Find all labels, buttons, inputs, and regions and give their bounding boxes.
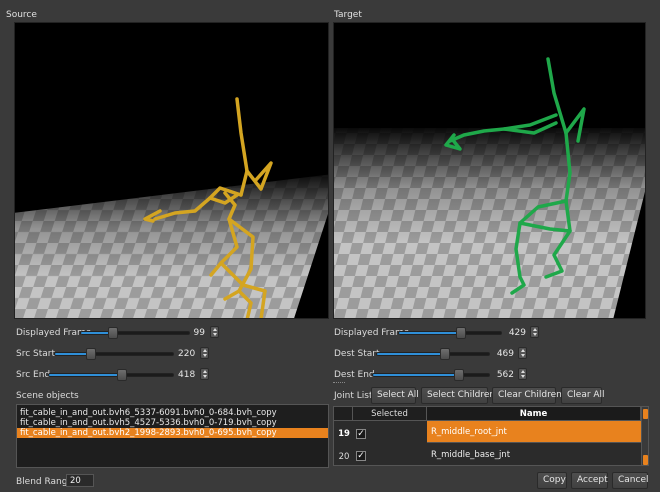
scroll-thumb[interactable] [643,409,648,419]
src-displayed-frame-value[interactable]: 99 [190,328,205,338]
slider-handle[interactable] [456,327,467,339]
table-corner [334,407,353,421]
dest-end-slider[interactable] [372,369,490,381]
selected-checkbox[interactable]: ✓ [356,429,366,439]
dest-end-label: Dest End [334,370,375,380]
tgt-displayed-frame-slider[interactable] [398,327,502,339]
splitter-handle[interactable] [333,382,345,383]
src-start-value[interactable]: 220 [178,349,195,359]
source-title: Source [6,10,37,20]
cancel-button[interactable]: Cancel [612,472,649,489]
src-start-label: Src Start [16,349,56,359]
joint-list-label: Joint List [334,391,373,401]
accept-button[interactable]: Accept [571,472,608,489]
select-children-button[interactable]: Select Children [421,387,495,404]
src-end-label: Src End [16,370,51,380]
dest-start-slider[interactable] [376,348,490,360]
name-column-header[interactable]: Name [427,407,641,421]
scene-object-item[interactable]: fit_cable_in_and_out.bvh5_4527-5336.bvh0… [17,418,328,428]
row-number: 19 [338,429,350,439]
tgt-displayed-frame-spinner[interactable] [530,326,539,338]
src-end-spinner[interactable] [200,368,209,380]
src-start-spinner[interactable] [200,347,209,359]
target-scene [334,23,645,318]
slider-handle[interactable] [117,369,128,381]
joint-table-scrollbar[interactable] [641,407,648,465]
scene-object-item-selected[interactable]: fit_cable_in_and_out.bvh2_1998-2893.bvh0… [17,428,328,438]
slider-handle[interactable] [86,348,96,360]
clear-all-button[interactable]: Clear All [561,387,605,404]
scene-objects-label: Scene objects [16,391,79,401]
src-displayed-frame-slider[interactable] [80,327,190,339]
dest-start-label: Dest Start [334,349,380,359]
joint-name-cell[interactable]: R_middle_root_jnt [427,421,641,443]
row-number: 20 [338,452,350,462]
source-scene [15,23,328,318]
selected-checkbox[interactable]: ✓ [356,451,366,461]
src-end-value[interactable]: 418 [178,370,195,380]
slider-fill [49,374,121,376]
tgt-displayed-frame-value[interactable]: 429 [506,328,526,338]
src-start-slider[interactable] [54,348,174,360]
dest-end-value[interactable]: 562 [494,370,514,380]
slider-fill [377,353,445,355]
slider-handle[interactable] [454,369,465,381]
slider-fill [399,332,461,334]
scene-objects-list[interactable]: fit_cable_in_and_out.bvh6_5337-6091.bvh0… [16,404,329,468]
src-end-slider[interactable] [48,369,174,381]
dest-start-value[interactable]: 469 [494,349,514,359]
clear-children-button[interactable]: Clear Children [492,387,562,404]
joint-table[interactable]: Selected Name 19 ✓ R_middle_root_jnt 20 … [333,406,649,466]
slider-fill [373,374,458,376]
dest-end-spinner[interactable] [518,368,527,380]
slider-handle[interactable] [107,327,118,339]
blend-range-label: Blend Range [16,477,74,487]
slider-handle[interactable] [440,348,451,360]
select-all-button[interactable]: Select All [371,387,419,404]
target-title: Target [334,10,362,20]
copy-button[interactable]: Copy [537,472,567,489]
scroll-thumb[interactable] [643,455,648,465]
blend-range-input[interactable]: 20 [66,474,94,487]
dest-start-spinner[interactable] [518,347,527,359]
selected-column-header[interactable]: Selected [353,407,427,421]
joint-name-cell[interactable]: R_middle_base_jnt [427,444,641,465]
scene-object-item[interactable]: fit_cable_in_and_out.bvh6_5337-6091.bvh0… [17,408,328,418]
source-viewport[interactable] [14,22,329,319]
target-viewport[interactable] [333,22,646,319]
src-displayed-frame-spinner[interactable] [210,326,219,338]
